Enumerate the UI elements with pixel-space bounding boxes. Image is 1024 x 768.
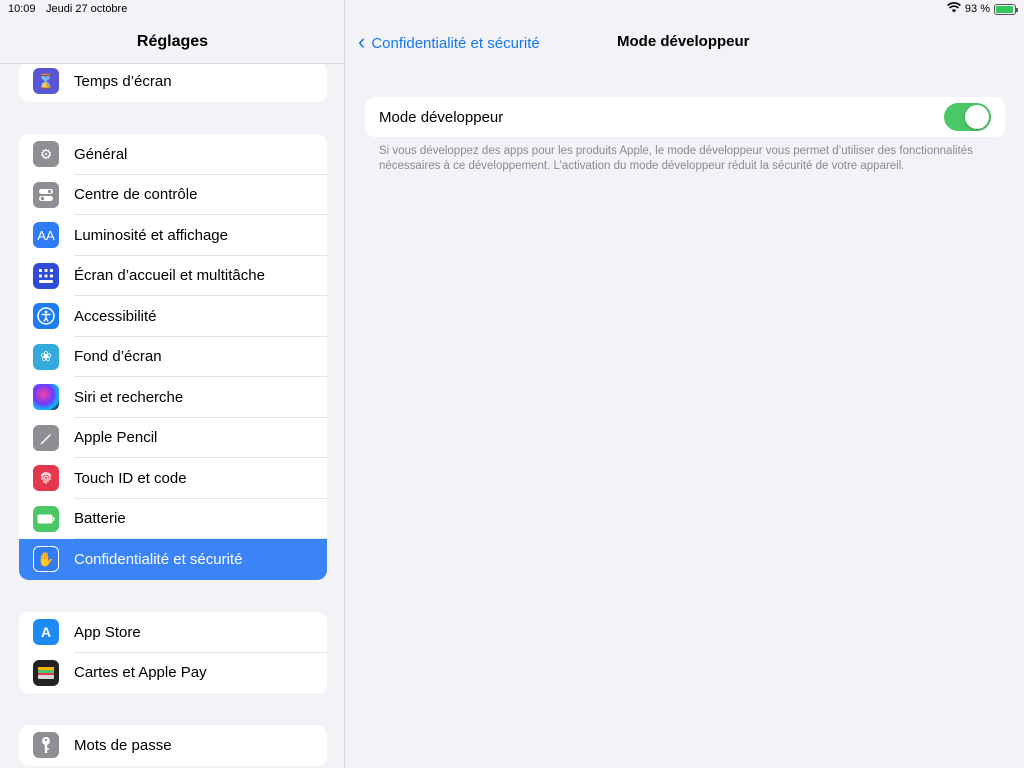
sidebar-item-wallet[interactable]: Cartes et Apple Pay: [19, 653, 327, 694]
fingerprint-icon: [33, 465, 59, 492]
toggle-knob: [965, 105, 989, 129]
sidebar-item-label: Général: [74, 145, 128, 163]
back-button[interactable]: ‹ Confidentialité et sécurité: [358, 29, 540, 55]
siri-icon: [33, 384, 59, 411]
app-store-icon: A: [33, 619, 59, 646]
sidebar-item-label: Luminosité et affichage: [74, 226, 228, 244]
page-title: Mode développeur: [617, 33, 750, 50]
sidebar-item-label: Siri et recherche: [74, 388, 184, 406]
developer-mode-row: Mode développeur: [365, 97, 1005, 137]
developer-mode-footnote: Si vous développez des apps pour les pro…: [379, 145, 973, 172]
sidebar-item-home-screen[interactable]: Écran d’accueil et multitâche: [19, 256, 327, 296]
chevron-left-icon: ‹: [358, 29, 366, 54]
key-icon: [33, 732, 59, 759]
sidebar-item-label: Centre de contrôle: [74, 186, 198, 204]
detail-pane: ‹ Confidentialité et sécurité Mode dével…: [346, 0, 1024, 768]
developer-mode-toggle[interactable]: [944, 103, 991, 131]
sidebar-item-app-store[interactable]: A App Store: [19, 612, 327, 653]
navigation-bar: ‹ Confidentialité et sécurité Mode dével…: [346, 20, 1024, 64]
flower-icon: ❀: [33, 343, 59, 370]
text-size-icon: AA: [33, 222, 59, 249]
battery-percent: 93 %: [964, 3, 990, 15]
accessibility-icon: [33, 303, 59, 330]
back-label: Confidentialité et sécurité: [371, 35, 540, 52]
grid-icon: [33, 262, 59, 289]
sidebar-item-accessibility[interactable]: Accessibilité: [19, 296, 327, 337]
sidebar-group-1: ⌛ Temps d’écran: [19, 61, 327, 102]
sidebar-item-general[interactable]: ⚙ Général: [19, 134, 327, 175]
gear-icon: ⚙: [33, 141, 59, 168]
sidebar-item-label: Mots de passe: [74, 736, 172, 754]
status-time: 10:09: [8, 3, 36, 15]
settings-sidebar: Réglages ⌛ Temps d’écran ⚙ Général Centr…: [0, 0, 345, 768]
sidebar-item-label: Fond d’écran: [74, 348, 162, 366]
sidebar-title: Réglages: [0, 20, 344, 64]
status-date: Jeudi 27 octobre: [46, 3, 128, 15]
sidebar-item-display[interactable]: AA Luminosité et affichage: [19, 215, 327, 256]
toggles-icon: [33, 181, 59, 208]
sidebar-item-wallpaper[interactable]: ❀ Fond d’écran: [19, 337, 327, 377]
pencil-icon: [33, 424, 59, 451]
sidebar-item-label: Touch ID et code: [74, 469, 187, 487]
sidebar-item-label: Confidentialité et sécurité: [74, 550, 243, 568]
sidebar-item-passwords[interactable]: Mots de passe: [19, 725, 327, 766]
sidebar-item-siri[interactable]: Siri et recherche: [19, 377, 327, 418]
sidebar-item-label: Temps d’écran: [74, 72, 172, 90]
hand-icon: ✋: [33, 546, 59, 573]
status-right: 93 %: [946, 2, 1018, 16]
battery-indicator-icon: [994, 3, 1018, 15]
sidebar-item-screen-time[interactable]: ⌛ Temps d’écran: [19, 61, 327, 102]
sidebar-item-label: Cartes et Apple Pay: [74, 664, 207, 682]
sidebar-item-touch-id[interactable]: Touch ID et code: [19, 458, 327, 499]
sidebar-item-apple-pencil[interactable]: Apple Pencil: [19, 418, 327, 458]
hourglass-icon: ⌛: [33, 68, 59, 95]
sidebar-group-2: ⚙ Général Centre de contrôle AA Luminosi…: [19, 134, 327, 580]
sidebar-item-label: Batterie: [74, 510, 126, 528]
sidebar-item-privacy[interactable]: ✋ Confidentialité et sécurité: [19, 539, 327, 580]
sidebar-group-4: Mots de passe: [19, 725, 327, 766]
status-bar: 10:09 Jeudi 27 octobre 93 %: [0, 0, 1024, 20]
sidebar-item-battery[interactable]: Batterie: [19, 499, 327, 539]
sidebar-item-label: App Store: [74, 623, 141, 641]
sidebar-item-label: Apple Pencil: [74, 429, 158, 447]
sidebar-item-control-center[interactable]: Centre de contrôle: [19, 175, 327, 215]
sidebar-group-3: A App Store Cartes et Apple Pay: [19, 612, 327, 693]
wifi-icon: [946, 2, 961, 16]
wallet-icon: [33, 659, 59, 686]
battery-icon: [33, 505, 59, 532]
sidebar-item-label: Accessibilité: [74, 307, 157, 325]
sidebar-item-label: Écran d’accueil et multitâche: [74, 267, 265, 285]
developer-mode-label: Mode développeur: [379, 108, 504, 126]
